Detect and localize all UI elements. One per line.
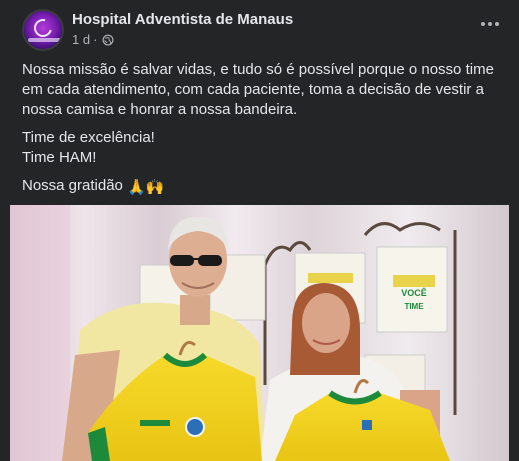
- meta-separator: ·: [93, 32, 98, 47]
- post-meta: 1 d ·: [72, 32, 114, 47]
- post-gratitude: Nossa gratidão 🙏🙌: [22, 176, 507, 198]
- page-avatar[interactable]: [22, 9, 64, 51]
- globe-icon: [102, 34, 114, 45]
- more-options-icon: [481, 22, 485, 26]
- box-text-voce: VOCÊ: [401, 287, 427, 298]
- more-options-button[interactable]: [475, 12, 505, 36]
- post-paragraph-mission: Nossa missão é salvar vidas, e tudo só é…: [22, 61, 494, 118]
- post-body: Nossa missão é salvar vidas, e tudo só é…: [22, 60, 507, 206]
- team-line-1: Time de excelência!: [22, 129, 155, 146]
- post-photo[interactable]: VOCÊ TIME: [10, 205, 509, 461]
- photo-illustration: VOCÊ TIME: [10, 205, 509, 461]
- post-timestamp[interactable]: 1 d: [72, 32, 90, 47]
- page-name-link[interactable]: Hospital Adventista de Manaus: [72, 11, 293, 28]
- gratitude-text: Nossa gratidão: [22, 177, 123, 194]
- post-header: Hospital Adventista de Manaus 1 d ·: [0, 0, 519, 56]
- team-line-2: Time HAM!: [22, 149, 97, 166]
- box-text-time: TIME: [404, 302, 424, 311]
- gratitude-emojis: 🙏🙌: [127, 179, 165, 196]
- hospital-logo-icon: [30, 15, 56, 41]
- post-team-lines: Time de excelência! Time HAM!: [22, 128, 507, 168]
